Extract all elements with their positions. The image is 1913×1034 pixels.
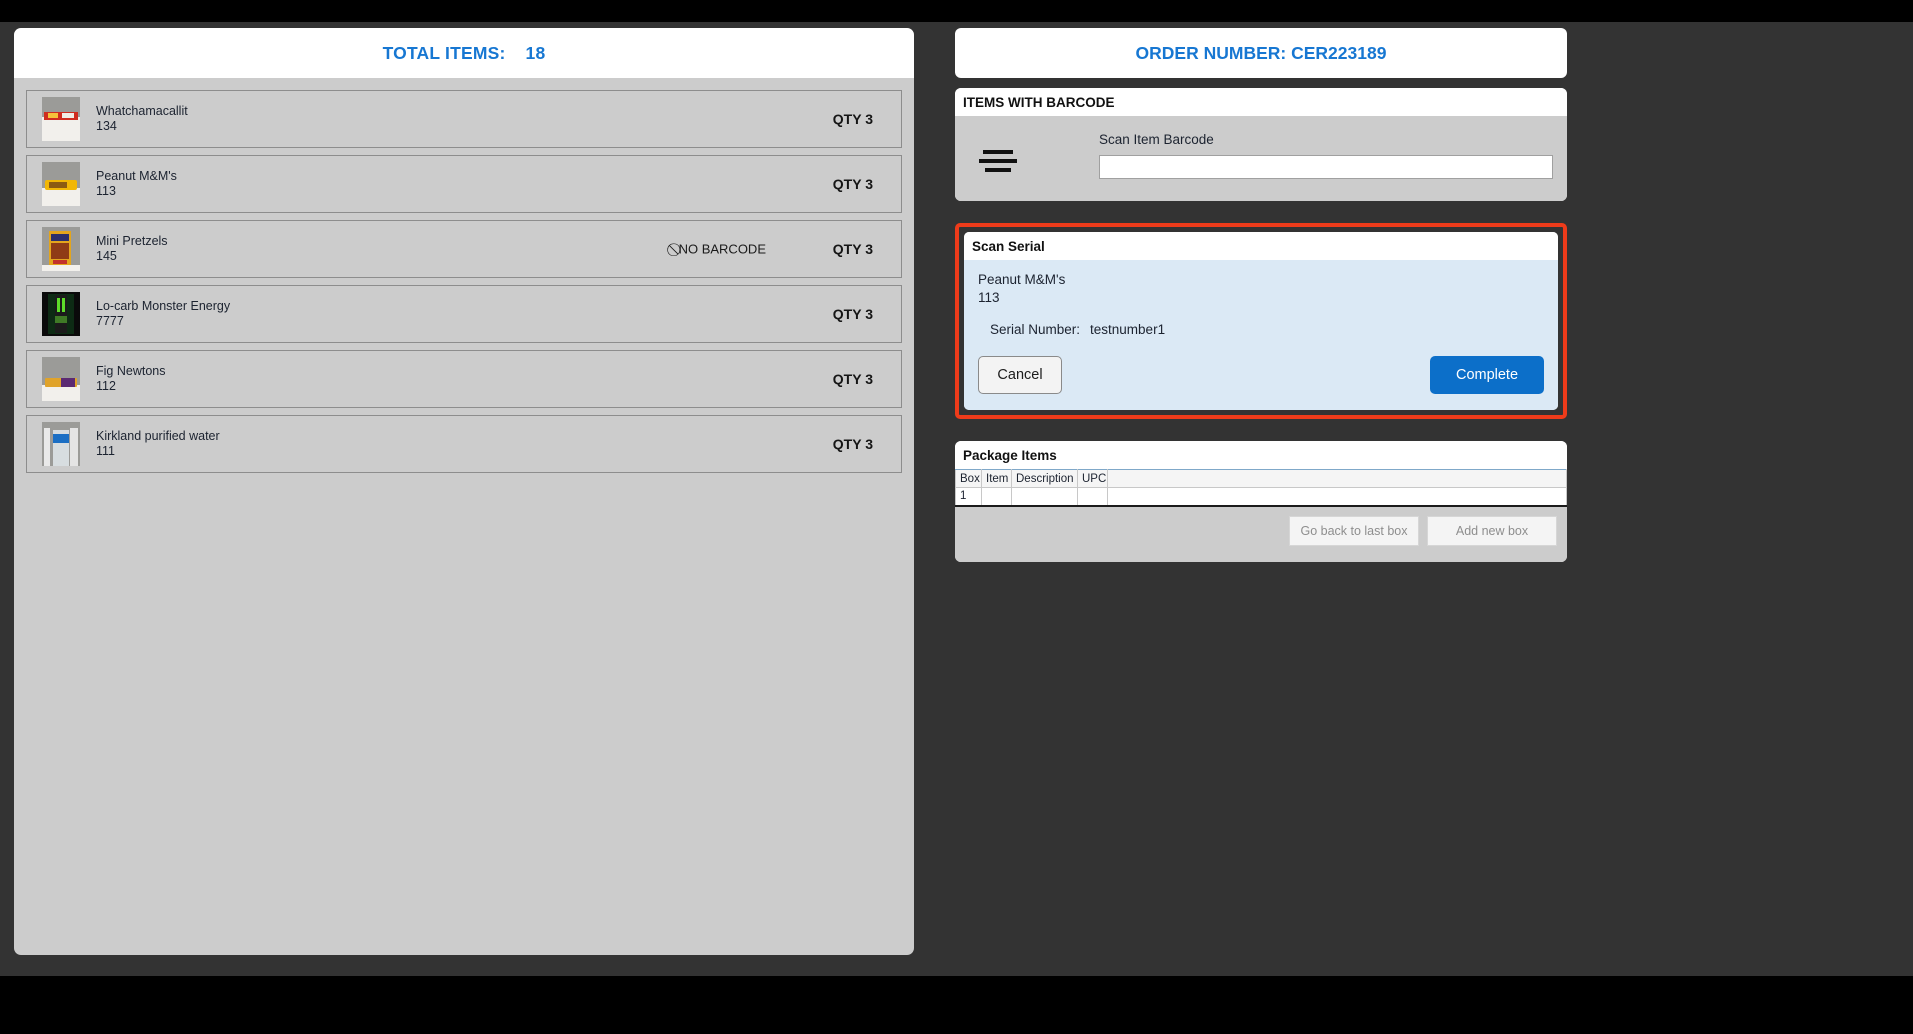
table-header-row: Box Item Description UPC	[955, 469, 1567, 488]
cell-item[interactable]	[981, 487, 1012, 507]
item-sku: 134	[96, 119, 117, 133]
item-sku: 113	[96, 184, 116, 198]
item-row[interactable]: Peanut M&M's 113 QTY 3	[26, 155, 902, 213]
item-row[interactable]: Lo-carb Monster Energy 7777 QTY 3	[26, 285, 902, 343]
item-name: Fig Newtons	[96, 363, 166, 378]
item-text: Fig Newtons 112	[96, 364, 165, 395]
serial-number-label: Serial Number:	[990, 322, 1081, 337]
total-items-header: TOTAL ITEMS: 18	[14, 28, 914, 78]
order-number-title: ORDER NUMBER: CER223189	[1135, 42, 1387, 63]
item-text: Mini Pretzels 145	[96, 234, 168, 265]
column-header-description[interactable]: Description	[1011, 469, 1078, 488]
scan-serial-body: Peanut M&M's 113 Serial Number: testnumbe…	[964, 260, 1558, 410]
item-row[interactable]: Whatchamacallit 134 QTY 3	[26, 90, 902, 148]
serial-number-value: testnumber1	[1090, 322, 1166, 337]
total-items-count: 18	[525, 42, 546, 63]
order-number-header: ORDER NUMBER: CER223189	[955, 28, 1567, 78]
water-bottle-thumb	[42, 422, 80, 466]
item-sku: 111	[96, 444, 116, 458]
no-barcode-label: NO BARCODE	[678, 241, 766, 257]
item-qty: QTY 3	[832, 111, 873, 127]
column-header-box[interactable]: Box	[955, 469, 982, 488]
fig-newtons-thumb	[42, 357, 80, 401]
cell-filler	[1107, 487, 1567, 507]
item-row[interactable]: Mini Pretzels 145 ⃠NO BARCODE QTY 3	[26, 220, 902, 278]
total-items-panel: TOTAL ITEMS: 18 Whatchamacallit 134 QTY 3	[14, 28, 914, 955]
serial-number-row: Serial Number: testnumber1	[990, 322, 1544, 337]
pretzel-bag-thumb	[42, 227, 80, 271]
scan-item-barcode-input[interactable]	[1099, 155, 1553, 179]
item-qty: QTY 3	[832, 176, 873, 192]
item-list: Whatchamacallit 134 QTY 3 Peanut M&M's 1…	[14, 78, 914, 473]
no-barcode-badge: ⃠NO BARCODE	[677, 242, 766, 257]
item-name: Whatchamacallit	[96, 103, 188, 118]
order-panel: ORDER NUMBER: CER223189 ITEMS WITH BARCO…	[955, 28, 1567, 562]
item-qty: QTY 3	[832, 371, 873, 387]
package-items-title: Package Items	[955, 441, 1567, 469]
item-row[interactable]: Fig Newtons 112 QTY 3	[26, 350, 902, 408]
item-sku: 7777	[96, 314, 124, 328]
complete-button[interactable]: Complete	[1430, 356, 1544, 394]
item-text: Peanut M&M's 113	[96, 169, 177, 200]
table-row[interactable]: 1	[955, 487, 1567, 507]
item-name: Kirkland purified water	[96, 428, 220, 443]
scan-serial-item-name: Peanut M&M's	[978, 272, 1066, 287]
items-with-barcode-body: Scan Item Barcode	[955, 116, 1567, 201]
monster-can-thumb	[42, 292, 80, 336]
item-row[interactable]: Kirkland purified water 111 QTY 3	[26, 415, 902, 473]
cancel-button[interactable]: Cancel	[978, 356, 1062, 394]
application-window: TOTAL ITEMS: 18 Whatchamacallit 134 QTY 3	[0, 22, 1913, 976]
scan-item-barcode-label: Scan Item Barcode	[1099, 132, 1214, 147]
scan-serial-actions: Cancel Complete	[978, 356, 1544, 394]
scan-serial-title: Scan Serial	[964, 232, 1558, 260]
cell-description[interactable]	[1011, 487, 1078, 507]
item-text: Kirkland purified water 111	[96, 429, 220, 460]
candy-bar-thumb	[42, 97, 80, 141]
add-new-box-button[interactable]: Add new box	[1427, 515, 1557, 546]
column-header-upc[interactable]: UPC	[1077, 469, 1108, 488]
item-name: Lo-carb Monster Energy	[96, 298, 231, 313]
package-items-actions: Go back to last box Add new box	[955, 506, 1567, 562]
cell-upc[interactable]	[1077, 487, 1108, 507]
scan-serial-item-sku: 113	[978, 290, 1000, 305]
package-items-table: Box Item Description UPC 1	[955, 469, 1567, 507]
items-with-barcode-card: ITEMS WITH BARCODE Scan Item Barcode	[955, 88, 1567, 201]
cell-box[interactable]: 1	[955, 487, 982, 507]
scan-serial-card: Scan Serial Peanut M&M's 113 Serial Numb…	[964, 232, 1558, 410]
item-name: Peanut M&M's	[96, 168, 177, 183]
barcode-icon	[969, 132, 1027, 172]
package-items-card: Package Items Box Item Description UPC 1	[955, 441, 1567, 562]
total-items-title: TOTAL ITEMS: 18	[383, 43, 546, 64]
item-text: Lo-carb Monster Energy 7777	[96, 299, 230, 330]
column-header-item[interactable]: Item	[981, 469, 1012, 488]
total-items-label: TOTAL ITEMS:	[382, 42, 506, 63]
item-name: Mini Pretzels	[96, 233, 168, 248]
go-back-to-last-box-button[interactable]: Go back to last box	[1289, 515, 1419, 546]
items-with-barcode-title: ITEMS WITH BARCODE	[955, 88, 1567, 116]
column-header-filler	[1107, 469, 1567, 488]
item-qty: QTY 3	[832, 306, 873, 322]
scan-item-barcode-group: Scan Item Barcode	[1027, 132, 1553, 179]
scan-serial-highlight: Scan Serial Peanut M&M's 113 Serial Numb…	[955, 223, 1567, 419]
item-qty: QTY 3	[832, 241, 873, 257]
item-sku: 145	[96, 249, 117, 263]
item-sku: 112	[96, 379, 116, 393]
mm-bag-thumb	[42, 162, 80, 206]
item-text: Whatchamacallit 134	[96, 104, 188, 135]
item-qty: QTY 3	[832, 436, 873, 452]
